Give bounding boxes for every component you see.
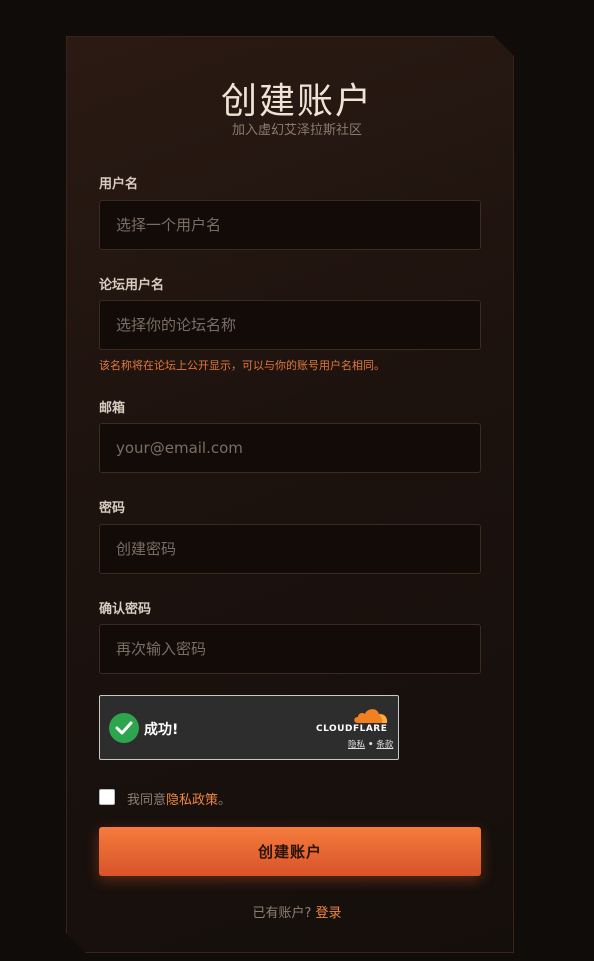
login-link[interactable]: 登录 [316,906,342,921]
page-title: 创建账户 [220,81,373,122]
username-label: 用户名 [99,177,139,192]
email-input[interactable] [99,423,481,473]
captcha-links: 隐私 • 条款 [348,738,393,750]
cloudflare-brand: CLOUDFLARE [316,724,388,734]
login-prompt-text: 已有账户? [252,906,316,921]
privacy-policy-link[interactable]: 隐私政策 [166,793,218,808]
confirm-password-label: 确认密码 [99,602,152,617]
captcha-separator: • [365,740,377,750]
privacy-agreement-suffix: 。 [218,793,232,808]
forum-username-label: 论坛用户名 [99,278,165,293]
privacy-agreement-text: 我同意隐私政策。 [127,789,231,808]
captcha-terms-link[interactable]: 条款 [376,740,393,750]
forum-username-input[interactable] [99,300,481,350]
username-input[interactable] [99,200,481,250]
check-circle-icon [109,713,139,743]
email-label: 邮箱 [99,401,126,416]
captcha-widget[interactable]: 成功! CLOUDFLARE 隐私 • 条款 [99,695,399,760]
password-input[interactable] [99,524,481,574]
login-prompt: 已有账户? 登录 [0,902,594,921]
forum-username-hint: 该名称将在论坛上公开显示，可以与你的账号用户名相同。 [99,359,385,372]
privacy-checkbox[interactable] [99,789,115,805]
captcha-privacy-link[interactable]: 隐私 [348,740,365,750]
confirm-password-input[interactable] [99,624,481,674]
privacy-agreement-prefix: 我同意 [127,793,167,808]
create-account-button[interactable]: 创建账户 [99,827,481,876]
captcha-status: 成功! [144,722,179,738]
page-subtitle: 加入虚幻艾泽拉斯社区 [231,123,362,138]
password-label: 密码 [99,501,126,516]
